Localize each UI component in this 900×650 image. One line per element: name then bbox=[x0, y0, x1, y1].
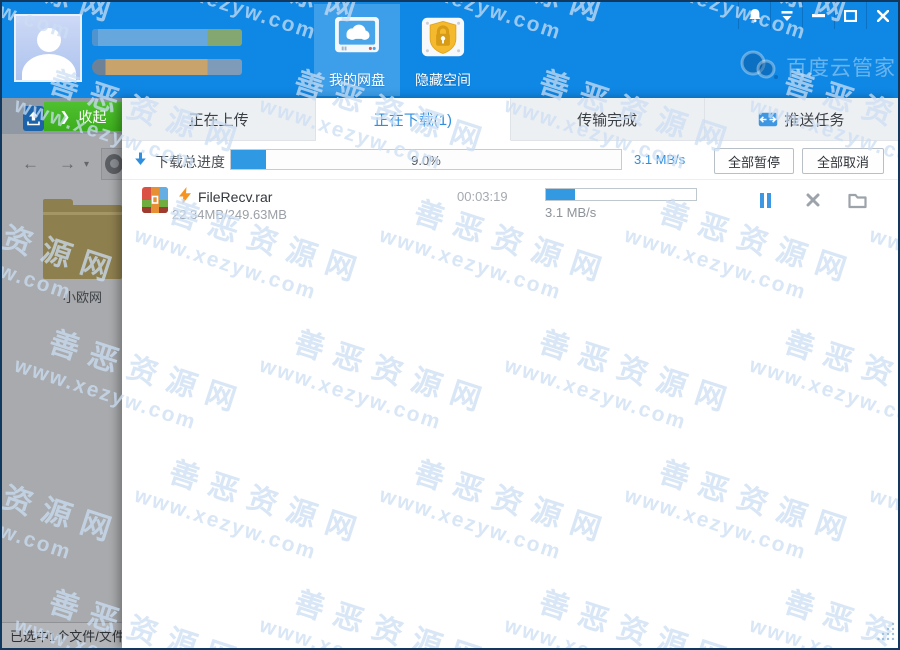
history-caret-icon[interactable]: ▾ bbox=[84, 159, 89, 170]
tab-downloading[interactable]: 正在下载(1) bbox=[316, 98, 511, 141]
upload-icon[interactable] bbox=[23, 106, 44, 131]
folder-label: 小欧网 bbox=[62, 290, 102, 305]
app-window: 我的网盘 隐藏空间 百度云管家 ❯ 收起 ← → ▾ 小欧网 已选中1个文件/文… bbox=[0, 0, 900, 650]
tab-push-tasks[interactable]: 推送任务 bbox=[705, 98, 898, 140]
cancel-all-button[interactable]: 全部取消 bbox=[802, 148, 884, 174]
push-device-icon bbox=[758, 112, 778, 127]
collapse-button-label: 收起 bbox=[78, 108, 107, 125]
home-button[interactable] bbox=[101, 148, 122, 180]
task-speed: 3.1 MB/s bbox=[545, 205, 597, 220]
maximize-button[interactable] bbox=[834, 2, 866, 29]
tab-completed[interactable]: 传输完成 bbox=[511, 98, 705, 140]
open-folder-icon[interactable] bbox=[848, 193, 867, 209]
nav-tab-hidden-space[interactable]: 隐藏空间 bbox=[400, 4, 486, 96]
pause-task-icon[interactable] bbox=[759, 193, 772, 208]
shield-lock-icon bbox=[421, 16, 465, 63]
chevron-right-icon: ❯ bbox=[59, 108, 71, 124]
rar-file-icon bbox=[142, 187, 168, 213]
cancel-task-icon[interactable] bbox=[806, 193, 820, 207]
close-button[interactable] bbox=[866, 2, 898, 29]
nav-tab-my-drive[interactable]: 我的网盘 bbox=[314, 4, 400, 96]
nav-tab-label: 隐藏空间 bbox=[415, 72, 471, 88]
quota-redacted-bar bbox=[92, 59, 242, 75]
tab-label: 推送任务 bbox=[784, 111, 845, 129]
file-explorer-sidebar: ❯ 收起 ← → ▾ 小欧网 已选中1个文件/文件 bbox=[2, 98, 122, 648]
avatar-silhouette bbox=[37, 28, 61, 52]
task-progress-bar bbox=[545, 188, 697, 201]
username-redacted-bar bbox=[92, 29, 242, 46]
total-progress-percent: 9.0% bbox=[411, 153, 441, 168]
transfer-panel: 正在上传 正在下载(1) 传输完成 推送任务 下载总进度 9.0% 3.1 MB… bbox=[122, 98, 898, 648]
explorer-status-bar: 已选中1个文件/文件 bbox=[2, 622, 122, 648]
task-size-progress: 22.34MB/249.63MB bbox=[172, 207, 287, 222]
progress-summary-row: 下载总进度 9.0% 3.1 MB/s 全部暂停 全部取消 bbox=[122, 141, 898, 180]
notification-bell-icon[interactable] bbox=[738, 2, 770, 29]
header-nav: 我的网盘 隐藏空间 bbox=[314, 4, 486, 96]
baidu-cloud-logo-icon bbox=[738, 46, 780, 87]
avatar[interactable] bbox=[14, 14, 82, 82]
resize-grip[interactable] bbox=[877, 622, 895, 645]
collapse-row: ❯ 收起 bbox=[2, 98, 122, 134]
nav-tab-label: 我的网盘 bbox=[329, 72, 385, 88]
task-time-elapsed: 00:03:19 bbox=[457, 189, 508, 204]
brand-title: 百度云管家 bbox=[786, 56, 896, 80]
window-controls bbox=[738, 2, 898, 29]
tab-uploading[interactable]: 正在上传 bbox=[122, 98, 317, 140]
tab-label: 传输完成 bbox=[577, 111, 638, 129]
folder-item-selected[interactable] bbox=[43, 199, 122, 279]
selection-status: 已选中1个文件/文件 bbox=[10, 629, 122, 644]
brand: 百度云管家 bbox=[738, 46, 896, 87]
minimize-button[interactable] bbox=[802, 2, 834, 29]
speedup-lightning-icon bbox=[178, 187, 192, 209]
pause-all-button[interactable]: 全部暂停 bbox=[714, 148, 794, 174]
download-arrow-icon bbox=[134, 152, 147, 172]
folder-icon bbox=[43, 199, 122, 279]
cloud-monitor-icon bbox=[334, 16, 380, 63]
home-icon bbox=[105, 154, 122, 174]
explorer-toolbar: ← → ▾ bbox=[2, 148, 122, 180]
header: 我的网盘 隐藏空间 百度云管家 bbox=[2, 2, 898, 98]
skin-menu-icon[interactable] bbox=[770, 2, 802, 29]
back-arrow-icon[interactable]: ← bbox=[22, 154, 39, 174]
total-progress-label: 下载总进度 bbox=[155, 154, 225, 170]
task-filename: FileRecv.rar bbox=[198, 189, 273, 205]
tab-label: 正在上传 bbox=[188, 111, 249, 129]
total-progress-bar: 9.0% bbox=[230, 149, 622, 170]
task-progress-fill bbox=[546, 189, 575, 200]
transfer-tabs: 正在上传 正在下载(1) 传输完成 推送任务 bbox=[122, 98, 898, 141]
forward-arrow-icon[interactable]: → bbox=[59, 154, 76, 174]
total-speed: 3.1 MB/s bbox=[634, 152, 686, 167]
collapse-button[interactable]: ❯ 收起 bbox=[44, 102, 122, 131]
tab-label: 正在下载(1) bbox=[373, 111, 453, 129]
download-task-row[interactable]: FileRecv.rar 22.34MB/249.63MB 00:03:19 3… bbox=[122, 180, 898, 228]
